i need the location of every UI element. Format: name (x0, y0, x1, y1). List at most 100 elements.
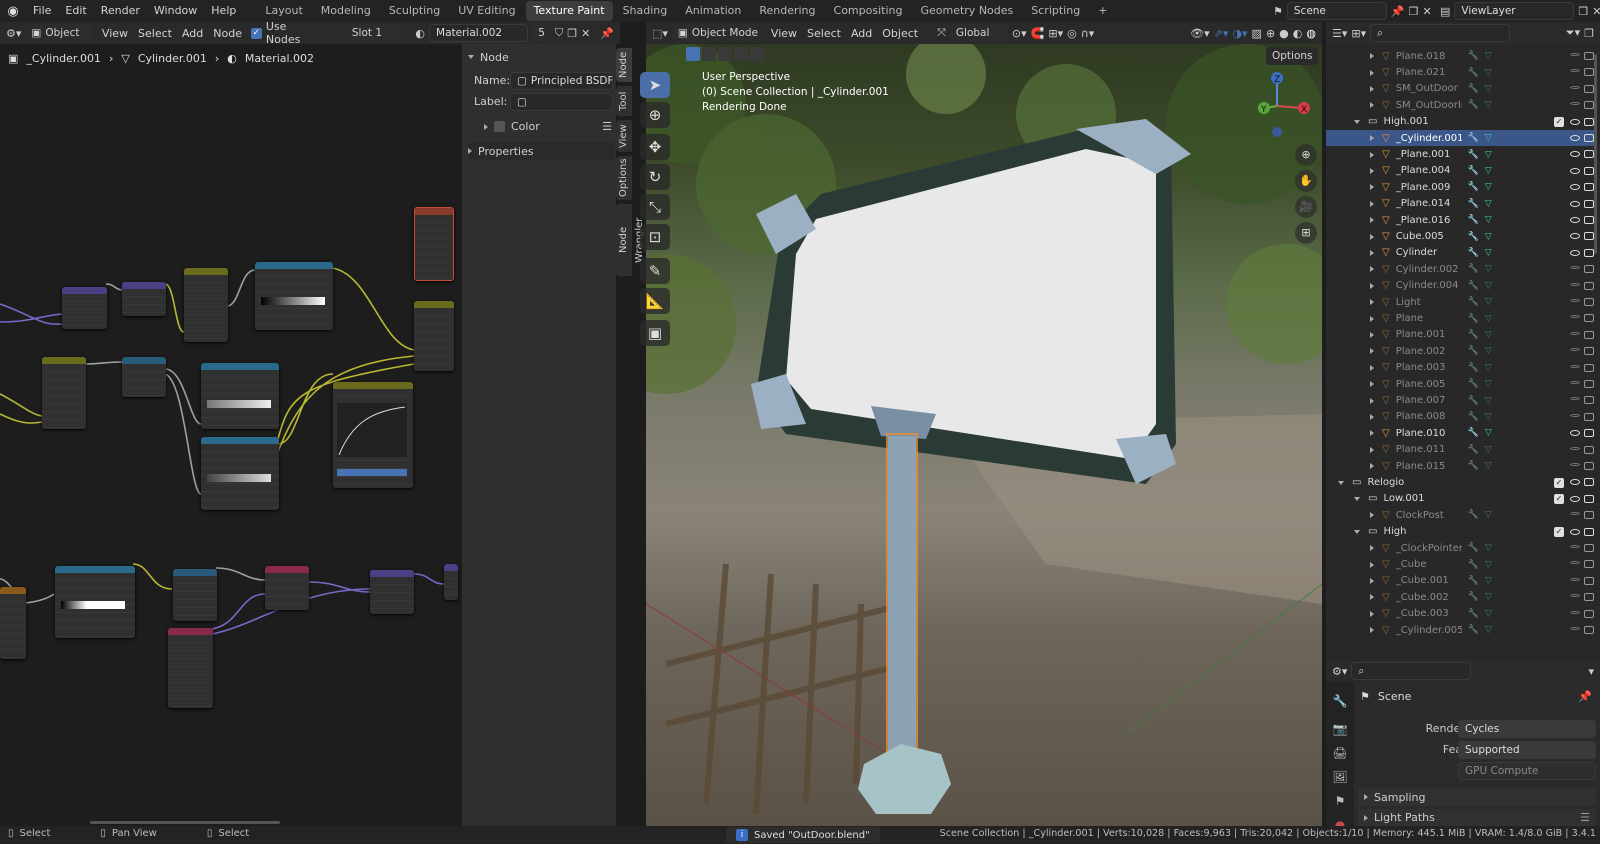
eye-hidden-icon[interactable] (1570, 594, 1580, 598)
node-select-2[interactable] (370, 570, 414, 614)
slot-dropdown[interactable]: Slot 1 (345, 24, 408, 42)
outliner-row[interactable]: ▽ _Cylinder.001 🔧 ▽ (1326, 130, 1596, 147)
list-icon[interactable]: ☰ (602, 120, 612, 133)
menu-file[interactable]: File (26, 0, 58, 22)
node-panel-header[interactable]: Node (468, 48, 614, 66)
node-color-ramp-4[interactable] (201, 437, 279, 510)
expand-arrow-icon[interactable] (1370, 282, 1374, 289)
outliner-row[interactable]: ▽ _Plane.014 🔧 ▽ (1326, 196, 1596, 212)
node-texture-coordinate[interactable] (168, 628, 213, 708)
mesh-data-icon[interactable]: ▽ (1485, 68, 1492, 78)
sidebar-tab-options[interactable]: Options (616, 156, 632, 200)
node-menu-node[interactable]: Node (208, 27, 247, 40)
drag-handle-icon[interactable]: ☰ (1580, 811, 1590, 824)
new-collection-icon[interactable]: ❐ (1584, 27, 1594, 40)
modifier-wrench-icon[interactable]: 🔧 (1468, 461, 1479, 471)
expand-arrow-icon[interactable] (1370, 53, 1374, 60)
modifier-wrench-icon[interactable]: 🔧 (1468, 232, 1479, 242)
material-shading-icon[interactable]: ◐ (1293, 27, 1303, 40)
viewport-menu-view[interactable]: View (766, 27, 802, 40)
modifier-wrench-icon[interactable]: 🔧 (1468, 297, 1479, 307)
mesh-data-icon[interactable]: ▽ (1485, 592, 1492, 602)
workspace-tab-animation[interactable]: Animation (677, 1, 749, 21)
expand-arrow-icon[interactable] (1370, 200, 1374, 207)
eye-icon[interactable] (1570, 184, 1580, 191)
mesh-data-icon[interactable]: ▽ (1485, 396, 1492, 406)
eye-hidden-icon[interactable] (1570, 610, 1580, 614)
mesh-data-icon[interactable]: ▽ (1485, 445, 1492, 455)
outliner-row[interactable]: ▽ _Plane.009 🔧 ▽ (1326, 179, 1596, 195)
modifier-wrench-icon[interactable]: 🔧 (1468, 248, 1479, 258)
eye-hidden-icon[interactable] (1570, 331, 1580, 335)
menu-render[interactable]: Render (94, 0, 147, 22)
eye-icon[interactable] (1570, 249, 1580, 256)
outliner-item-name[interactable]: Plane.011 (1396, 444, 1462, 455)
mesh-data-icon[interactable]: ▽ (1485, 543, 1492, 553)
device-dropdown[interactable]: GPU Compute (1458, 762, 1596, 780)
eye-hidden-icon[interactable] (1570, 446, 1580, 450)
modifier-wrench-icon[interactable]: 🔧 (1468, 445, 1479, 455)
outliner-row[interactable]: ▽ Plane.010 🔧 ▽ (1326, 425, 1596, 441)
xray-icon[interactable]: ▨ (1252, 27, 1262, 40)
render-camera-icon[interactable] (1584, 429, 1594, 438)
solid-shading-icon[interactable]: ● (1279, 27, 1289, 40)
outliner-item-name[interactable]: _Plane.014 (1396, 198, 1462, 209)
mesh-data-icon[interactable]: ▽ (1485, 281, 1492, 291)
mesh-data-icon[interactable]: ▽ (1485, 379, 1492, 389)
outliner-item-name[interactable]: Relogio (1367, 477, 1433, 488)
add-cube-tool-icon[interactable]: ▣ (640, 320, 670, 346)
render-camera-icon[interactable] (1584, 265, 1594, 274)
outliner-item-name[interactable]: Plane.002 (1396, 346, 1462, 357)
render-camera-icon[interactable] (1584, 84, 1594, 93)
editor-type-icon[interactable]: ⚙▾ (1332, 665, 1347, 678)
zoom-icon[interactable]: ⊕ (1295, 144, 1317, 166)
eye-hidden-icon[interactable] (1570, 315, 1580, 319)
view-layer-field[interactable]: ViewLayer (1454, 2, 1575, 20)
outliner-row[interactable]: ▽ Plane.015 🔧 ▽ (1326, 458, 1596, 474)
expand-arrow-icon[interactable] (1370, 397, 1374, 404)
outliner-row[interactable]: ▽ Plane.008 🔧 ▽ (1326, 409, 1596, 425)
outliner-item-name[interactable]: Light (1396, 297, 1462, 308)
eye-hidden-icon[interactable] (1570, 85, 1580, 89)
outliner-item-name[interactable]: Plane.003 (1396, 362, 1462, 373)
render-camera-icon[interactable] (1584, 462, 1594, 470)
cursor-tool-icon[interactable]: ⊕ (640, 102, 670, 128)
measure-tool-icon[interactable]: 📐 (640, 288, 670, 314)
eye-icon[interactable] (1570, 151, 1580, 158)
outliner-search-field[interactable]: ⌕ (1370, 24, 1511, 42)
filter-icon[interactable]: ⏷▾ (1566, 26, 1580, 40)
render-camera-icon[interactable] (1584, 363, 1594, 372)
snap-target-icon[interactable]: ⊞▾ (1048, 27, 1063, 40)
render-camera-icon[interactable] (1584, 199, 1594, 208)
mesh-data-icon[interactable]: ▽ (1485, 84, 1492, 94)
render-camera-icon[interactable] (1584, 396, 1594, 405)
outliner-item-name[interactable]: _Plane.004 (1396, 165, 1462, 176)
workspace-tab-geometry-nodes[interactable]: Geometry Nodes (912, 1, 1021, 21)
tool-tab-icon[interactable]: 🔧 (1328, 690, 1352, 712)
node-menu-select[interactable]: Select (133, 27, 177, 40)
eye-hidden-icon[interactable] (1570, 577, 1580, 581)
menu-window[interactable]: Window (147, 0, 204, 22)
render-camera-icon[interactable] (1584, 511, 1594, 520)
modifier-wrench-icon[interactable]: 🔧 (1468, 166, 1479, 176)
sidebar-tab-node-wrangler[interactable]: Node Wrangler (616, 204, 645, 276)
render-camera-icon[interactable] (1584, 248, 1594, 257)
mesh-data-icon[interactable]: ▽ (1485, 560, 1492, 570)
outliner-item-name[interactable]: _Plane.016 (1396, 215, 1462, 226)
render-camera-icon[interactable] (1584, 544, 1594, 552)
render-camera-icon[interactable] (1584, 232, 1594, 241)
mesh-data-icon[interactable]: ▽ (1485, 264, 1492, 274)
outliner-item-name[interactable]: _Plane.009 (1396, 182, 1462, 193)
outliner-row[interactable]: ▽ Plane.002 🔧 ▽ (1326, 343, 1596, 359)
eye-icon[interactable] (1570, 495, 1580, 502)
outliner-row[interactable]: ▽ _ClockPointer 🔧 ▽ (1326, 540, 1596, 556)
render-camera-icon[interactable] (1584, 412, 1594, 421)
sidebar-tab-view[interactable]: View (616, 120, 632, 152)
workspace-tab-layout[interactable]: Layout (257, 1, 310, 21)
node-length[interactable] (122, 282, 166, 316)
expand-arrow-icon[interactable] (1370, 610, 1374, 617)
node-mix-1[interactable] (414, 301, 454, 371)
mesh-data-icon[interactable]: ▽ (1485, 428, 1492, 438)
mesh-data-icon[interactable]: ▽ (1485, 297, 1492, 307)
mesh-data-icon[interactable]: ▽ (1485, 625, 1492, 635)
